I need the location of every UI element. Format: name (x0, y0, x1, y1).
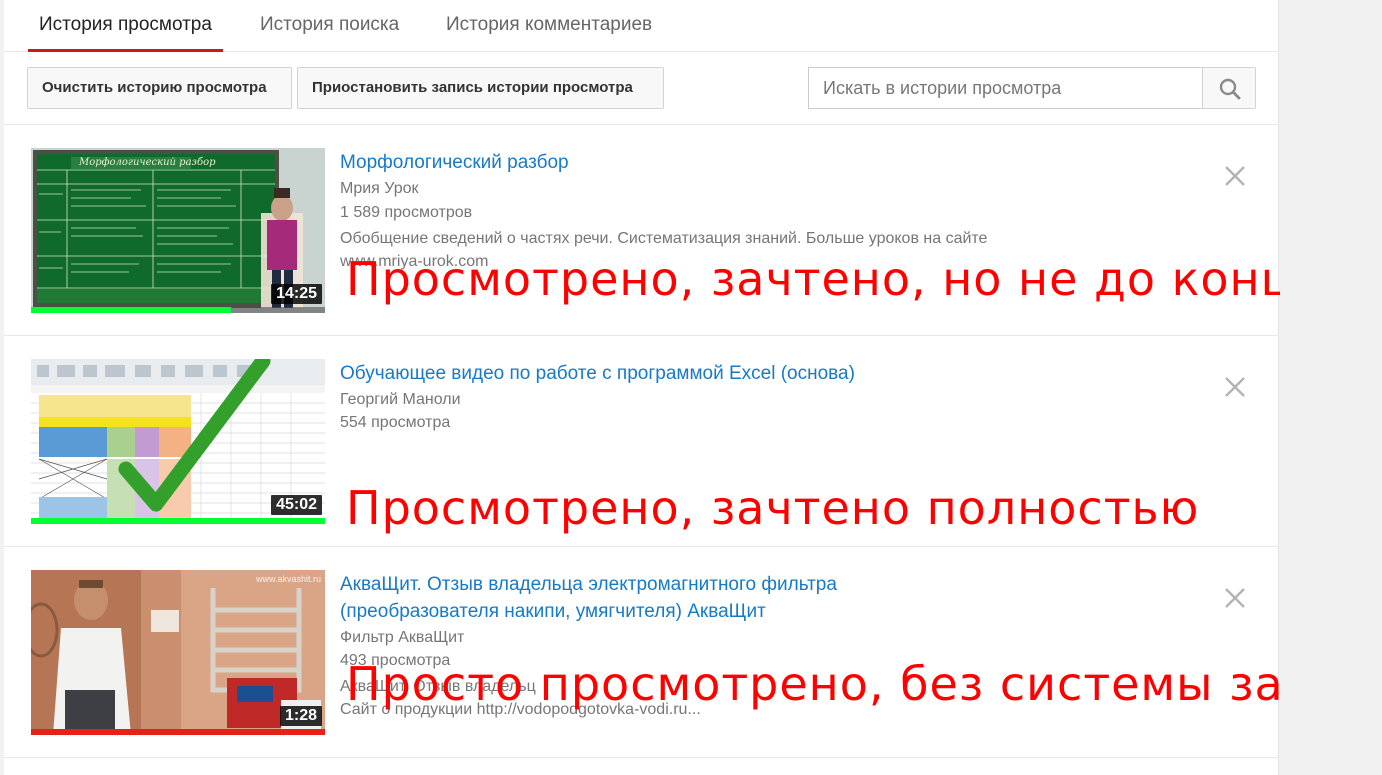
video-title-link[interactable]: Морфологический разбор (340, 149, 1060, 176)
video-title-link[interactable]: АкваЩит. Отзыв владельца электромагнитно… (340, 571, 1060, 598)
video-thumbnail[interactable]: www.akvashit.ru 1:28 (31, 570, 325, 735)
thumbnail-board-title: Морфологический разбор (79, 157, 216, 168)
video-title-link[interactable]: Обучающее видео по работе с программой E… (340, 360, 1060, 387)
history-item: 45:02 Обучающее видео по работе с програ… (4, 336, 1279, 547)
channel-name[interactable]: Мрия Урок (340, 177, 419, 200)
history-panel: История просмотра История поиска История… (4, 0, 1382, 775)
watch-progress-fill (31, 518, 325, 524)
history-item: www.akvashit.ru 1:28 АкваЩит. Отзыв влад… (4, 547, 1382, 758)
remove-from-history-button[interactable] (1222, 374, 1248, 400)
watch-progress-fill (31, 729, 325, 735)
annotation-no-credit: Просто просмотрено, без системы зачета (346, 657, 1382, 711)
history-item: Морфологический разбор 14:25 Морфологиче… (4, 125, 1321, 336)
watch-progress-bar (31, 518, 325, 524)
video-thumbnail[interactable]: 45:02 (31, 359, 325, 524)
video-duration: 14:25 (271, 284, 322, 304)
annotation-full-credit: Просмотрено, зачтено полностью (346, 481, 1200, 535)
watch-progress-fill (31, 307, 231, 313)
tab-watch-history[interactable]: История просмотра (28, 12, 223, 52)
history-toolbar: Очистить историю просмотра Приостановить… (4, 52, 1279, 125)
close-icon (1225, 166, 1245, 186)
tab-comment-history[interactable]: История комментариев (435, 12, 663, 52)
remove-from-history-button[interactable] (1222, 585, 1248, 611)
history-tabs: История просмотра История поиска История… (4, 0, 1279, 52)
watch-progress-bar (31, 307, 325, 313)
clear-history-button[interactable]: Очистить историю просмотра (27, 67, 292, 109)
channel-name[interactable]: Фильтр АкваЩит (340, 626, 464, 649)
view-count: 1 589 просмотров (340, 204, 473, 221)
tab-search-history[interactable]: История поиска (249, 12, 410, 52)
video-description: Обобщение сведений о частях речи. Систем… (340, 230, 988, 247)
video-title-link-line2[interactable]: (преобразователя накипи, умягчителя) Акв… (340, 598, 1060, 625)
view-count: 554 просмотра (340, 414, 451, 431)
right-gutter (1280, 0, 1382, 775)
video-duration: 1:28 (279, 706, 322, 726)
search-button[interactable] (1202, 67, 1256, 109)
search-icon (1219, 78, 1241, 100)
close-icon (1225, 377, 1245, 397)
watch-progress-bar (31, 729, 325, 735)
pause-history-button[interactable]: Приостановить запись истории просмотра (297, 67, 664, 109)
video-duration: 45:02 (271, 495, 322, 515)
thumbnail-watermark: www.akvashit.ru (255, 574, 321, 584)
history-search-input[interactable] (808, 67, 1203, 109)
annotation-partial-credit: Просмотрено, зачтено, но не до конца (346, 252, 1323, 306)
remove-from-history-button[interactable] (1222, 163, 1248, 189)
video-thumbnail[interactable]: Морфологический разбор 14:25 (31, 148, 325, 313)
close-icon (1225, 588, 1245, 608)
channel-name[interactable]: Георгий Маноли (340, 388, 461, 411)
